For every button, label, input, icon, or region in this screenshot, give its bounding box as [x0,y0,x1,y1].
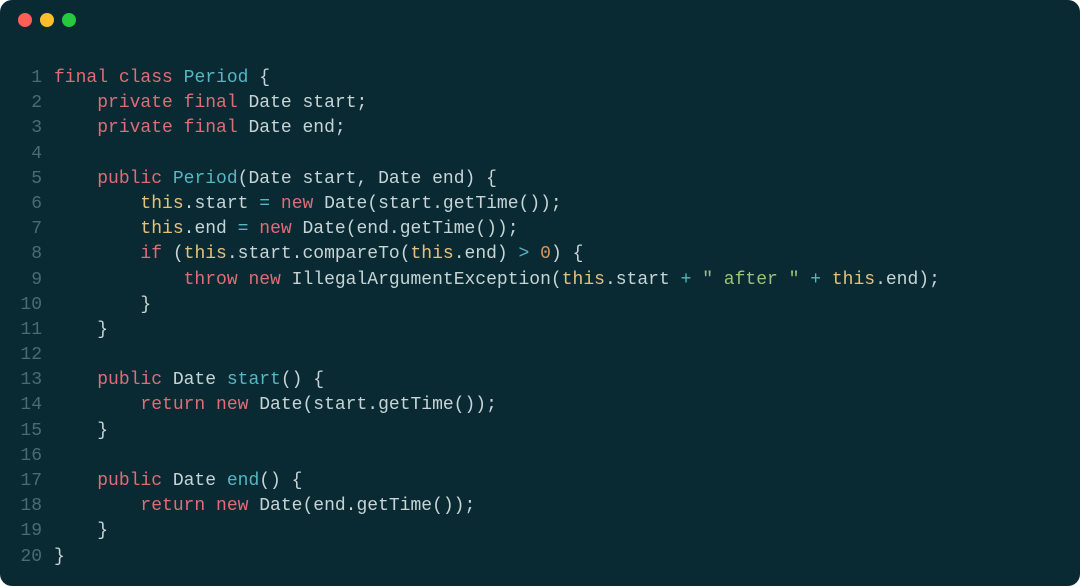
code-content: return new Date(end.getTime()); [54,494,475,519]
line-number: 5 [18,167,54,192]
line-number: 7 [18,217,54,242]
code-content: public Date end() { [54,469,302,494]
line-number: 16 [18,444,54,469]
code-line: 9 throw new IllegalArgumentException(thi… [18,268,1062,293]
code-content: if (this.start.compareTo(this.end) > 0) … [54,242,583,267]
code-content: } [54,293,151,318]
maximize-icon[interactable] [62,13,76,27]
code-content: } [54,318,108,343]
code-content: throw new IllegalArgumentException(this.… [54,268,940,293]
code-content [54,444,65,469]
code-content: public Date start() { [54,368,324,393]
code-content: return new Date(start.getTime()); [54,393,497,418]
line-number: 12 [18,343,54,368]
code-content: public Period(Date start, Date end) { [54,167,497,192]
code-line: 1final class Period { [18,66,1062,91]
line-number: 6 [18,192,54,217]
code-line: 7 this.end = new Date(end.getTime()); [18,217,1062,242]
code-line: 17 public Date end() { [18,469,1062,494]
line-number: 3 [18,116,54,141]
code-line: 14 return new Date(start.getTime()); [18,393,1062,418]
line-number: 11 [18,318,54,343]
code-content: } [54,545,65,570]
code-area: 1final class Period {2 private final Dat… [0,40,1080,586]
line-number: 17 [18,469,54,494]
code-line: 2 private final Date start; [18,91,1062,116]
code-content: private final Date end; [54,116,346,141]
code-line: 19 } [18,519,1062,544]
line-number: 4 [18,142,54,167]
close-icon[interactable] [18,13,32,27]
code-line: 13 public Date start() { [18,368,1062,393]
code-line: 3 private final Date end; [18,116,1062,141]
line-number: 8 [18,242,54,267]
code-line: 11 } [18,318,1062,343]
code-line: 12 [18,343,1062,368]
code-line: 10 } [18,293,1062,318]
code-line: 18 return new Date(end.getTime()); [18,494,1062,519]
line-number: 9 [18,268,54,293]
code-content: } [54,519,108,544]
code-line: 4 [18,142,1062,167]
code-content: } [54,419,108,444]
line-number: 10 [18,293,54,318]
code-line: 20} [18,545,1062,570]
line-number: 14 [18,393,54,418]
code-content: this.end = new Date(end.getTime()); [54,217,519,242]
code-line: 8 if (this.start.compareTo(this.end) > 0… [18,242,1062,267]
code-line: 15 } [18,419,1062,444]
code-content: this.start = new Date(start.getTime()); [54,192,562,217]
line-number: 2 [18,91,54,116]
code-content [54,142,65,167]
line-number: 1 [18,66,54,91]
code-line: 6 this.start = new Date(start.getTime())… [18,192,1062,217]
code-content: final class Period { [54,66,270,91]
code-content: private final Date start; [54,91,367,116]
code-line: 16 [18,444,1062,469]
code-content [54,343,65,368]
line-number: 19 [18,519,54,544]
code-line: 5 public Period(Date start, Date end) { [18,167,1062,192]
minimize-icon[interactable] [40,13,54,27]
line-number: 18 [18,494,54,519]
line-number: 15 [18,419,54,444]
line-number: 20 [18,545,54,570]
titlebar [0,0,1080,40]
code-window: 1final class Period {2 private final Dat… [0,0,1080,586]
line-number: 13 [18,368,54,393]
